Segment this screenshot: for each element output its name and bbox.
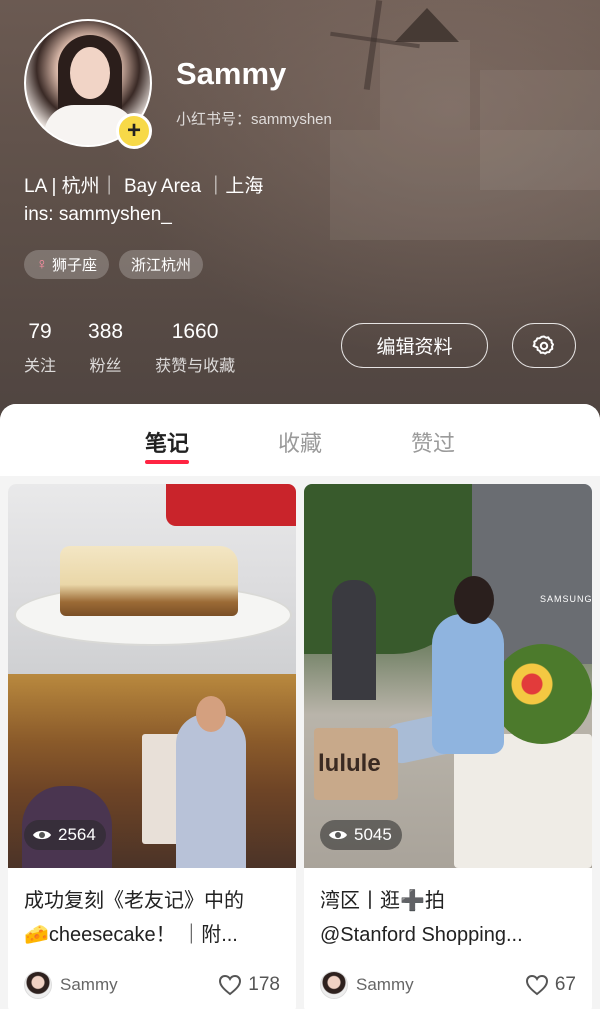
tab-liked[interactable]: 赞过	[367, 404, 500, 458]
view-count-badge: 5045	[320, 820, 402, 850]
like-button[interactable]: 67	[525, 974, 576, 996]
profile-red-id: 小红书号：sammyshen	[176, 111, 332, 128]
like-count: 178	[248, 974, 280, 995]
note-title: 成功复刻《老友记》中的 🧀cheesecake！ ｜附...	[24, 890, 244, 946]
note-cover-image: SAMSUNG lulule 5045	[304, 484, 592, 868]
stat-label: 获赞与收藏	[155, 358, 236, 375]
female-icon: ♀	[36, 255, 48, 273]
stat-following[interactable]: 79 关注	[24, 320, 56, 376]
note-author[interactable]: Sammy	[24, 971, 118, 999]
note-cover-image: 2564	[8, 484, 296, 868]
view-count: 2564	[58, 825, 96, 844]
stat-value: 388	[88, 320, 124, 343]
eye-icon	[33, 830, 51, 840]
profile-name: Sammy	[176, 56, 287, 91]
gear-icon	[532, 335, 554, 355]
content-panel: 笔记 收藏 赞过 2564 成功复刻《老友记》中的 🧀cheesecake！ ｜…	[0, 404, 600, 1009]
note-card[interactable]: SAMSUNG lulule 5045 湾区丨逛➕拍 @Stanford Sho…	[304, 484, 592, 1009]
heart-icon	[525, 974, 548, 996]
heart-icon	[219, 974, 242, 996]
note-title: 湾区丨逛➕拍 @Stanford Shopping...	[320, 890, 523, 946]
author-name: Sammy	[60, 975, 118, 994]
tab-notes[interactable]: 笔记	[101, 404, 234, 464]
tag-label: 浙江杭州	[131, 257, 192, 274]
stat-followers[interactable]: 388 粉丝	[88, 320, 123, 376]
note-author[interactable]: Sammy	[320, 971, 414, 999]
edit-profile-button[interactable]: 编辑资料	[341, 323, 488, 368]
tag-label: 狮子座	[52, 257, 98, 274]
profile-avatar[interactable]: +	[24, 19, 152, 149]
tag-location: 浙江杭州	[119, 250, 204, 279]
tab-collections[interactable]: 收藏	[234, 404, 367, 458]
tag-zodiac: ♀ 狮子座	[24, 250, 110, 279]
view-count: 5045	[354, 825, 392, 844]
stat-value: 79	[28, 320, 52, 343]
settings-button[interactable]	[512, 323, 576, 368]
like-count: 67	[554, 974, 576, 995]
profile-header: + Sammy 小红书号：sammyshen LA | 杭州｜ Bay Area…	[0, 0, 600, 430]
author-avatar	[24, 971, 52, 999]
profile-tags: ♀ 狮子座 浙江杭州	[24, 250, 204, 279]
like-button[interactable]: 178	[218, 974, 280, 996]
note-footer: Sammy 178	[24, 970, 280, 1000]
bio-line-2: ins: sammyshen_	[24, 204, 172, 225]
stat-label: 关注	[24, 358, 57, 375]
note-card[interactable]: 2564 成功复刻《老友记》中的 🧀cheesecake！ ｜附... Samm…	[8, 484, 296, 1009]
note-footer: Sammy 67	[320, 970, 576, 1000]
store-sign: SAMSUNG	[540, 594, 592, 604]
author-name: Sammy	[356, 975, 414, 994]
stat-likes-and-saves[interactable]: 1660 获赞与收藏	[155, 320, 235, 376]
profile-stats: 79 关注 388 粉丝 1660 获赞与收藏	[24, 320, 267, 376]
add-avatar-plus-icon[interactable]: +	[116, 113, 152, 149]
author-avatar	[320, 971, 348, 999]
bio-line-1: LA | 杭州｜ Bay Area ｜上海	[24, 176, 264, 197]
view-count-badge: 2564	[24, 820, 106, 850]
stat-value: 1660	[171, 320, 219, 343]
eye-icon	[329, 830, 347, 840]
profile-bio: LA | 杭州｜ Bay Area ｜上海 ins: sammyshen_	[24, 173, 263, 229]
profile-tabs: 笔记 收藏 赞过	[0, 404, 600, 476]
bag-logo-text: lulule	[318, 750, 381, 777]
stat-label: 粉丝	[89, 358, 122, 375]
